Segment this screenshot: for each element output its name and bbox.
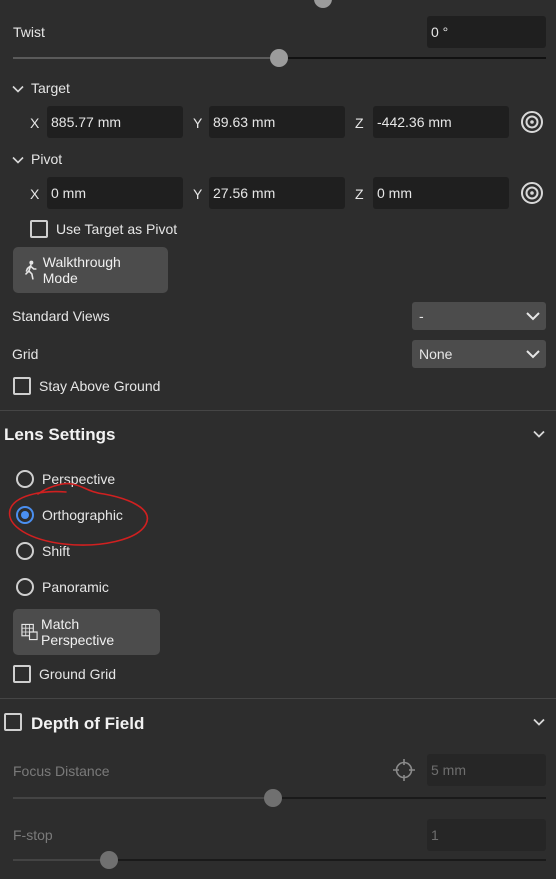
target-collapse-chevron-icon[interactable] xyxy=(11,82,25,96)
walkthrough-mode-button[interactable]: Walkthrough Mode xyxy=(13,247,168,293)
target-z-input[interactable]: -442.36 mm xyxy=(373,106,509,138)
focus-distance-slider-thumb[interactable] xyxy=(264,789,282,807)
pivot-y-label: Y xyxy=(193,186,203,202)
grid-value: None xyxy=(419,346,453,362)
pick-target-icon[interactable] xyxy=(520,110,544,134)
section-divider xyxy=(0,410,556,411)
pivot-x-label: X xyxy=(30,186,40,202)
standard-views-label: Standard Views xyxy=(12,308,110,324)
pivot-collapse-chevron-icon[interactable] xyxy=(11,153,25,167)
crosshair-icon[interactable] xyxy=(393,759,415,781)
pivot-label: Pivot xyxy=(31,151,63,167)
chevron-down-icon xyxy=(526,312,540,321)
lens-settings-title[interactable]: Lens Settings xyxy=(4,425,115,445)
grid-select[interactable]: None xyxy=(412,340,546,368)
target-x-label: X xyxy=(30,115,40,131)
depth-of-field-chevron-down-icon[interactable] xyxy=(532,715,546,729)
match-perspective-label: Match Perspective xyxy=(41,616,115,648)
ground-grid-label: Ground Grid xyxy=(39,666,117,682)
twist-input[interactable]: 0 ° xyxy=(427,16,546,48)
target-z-label: Z xyxy=(355,115,364,131)
target-label: Target xyxy=(31,80,70,96)
stay-above-ground-checkbox[interactable] xyxy=(13,377,31,395)
chevron-down-icon xyxy=(526,350,540,359)
focus-distance-label: Focus Distance xyxy=(13,763,110,779)
fstop-input[interactable]: 1 xyxy=(427,819,546,851)
target-y-label: Y xyxy=(193,115,203,131)
use-target-as-pivot-label: Use Target as Pivot xyxy=(56,221,178,237)
use-target-as-pivot-checkbox[interactable] xyxy=(30,220,48,238)
standard-views-value: - xyxy=(419,308,424,324)
depth-of-field-checkbox[interactable] xyxy=(4,713,22,731)
focus-distance-input[interactable]: 5 mm xyxy=(427,754,546,786)
top-slider-thumb[interactable] xyxy=(314,0,332,8)
target-x-input[interactable]: 885.77 mm xyxy=(47,106,183,138)
panoramic-radio[interactable] xyxy=(16,578,34,596)
fstop-slider-thumb[interactable] xyxy=(100,851,118,869)
lens-settings-chevron-down-icon[interactable] xyxy=(532,427,546,441)
twist-slider-thumb[interactable] xyxy=(270,49,288,67)
fstop-slider-track[interactable] xyxy=(13,859,546,861)
match-perspective-button[interactable]: Match Perspective xyxy=(13,609,160,655)
pivot-x-input[interactable]: 0 mm xyxy=(47,177,183,209)
pick-pivot-icon[interactable] xyxy=(520,181,544,205)
pivot-y-input[interactable]: 27.56 mm xyxy=(209,177,345,209)
grid-label: Grid xyxy=(12,346,39,362)
target-y-input[interactable]: 89.63 mm xyxy=(209,106,345,138)
depth-of-field-title[interactable]: Depth of Field xyxy=(31,714,144,734)
walking-person-icon xyxy=(25,260,37,280)
section-divider xyxy=(0,698,556,699)
panoramic-label: Panoramic xyxy=(42,579,109,595)
walkthrough-mode-label: Walkthrough Mode xyxy=(42,254,121,286)
twist-label: Twist xyxy=(13,24,45,40)
fstop-label: F-stop xyxy=(13,827,53,843)
stay-above-ground-label: Stay Above Ground xyxy=(39,378,161,394)
ground-grid-checkbox[interactable] xyxy=(13,665,31,683)
red-annotation-circle xyxy=(8,482,149,546)
match-perspective-icon xyxy=(21,623,38,641)
pivot-z-input[interactable]: 0 mm xyxy=(373,177,509,209)
pivot-z-label: Z xyxy=(355,186,364,202)
standard-views-select[interactable]: - xyxy=(412,302,546,330)
